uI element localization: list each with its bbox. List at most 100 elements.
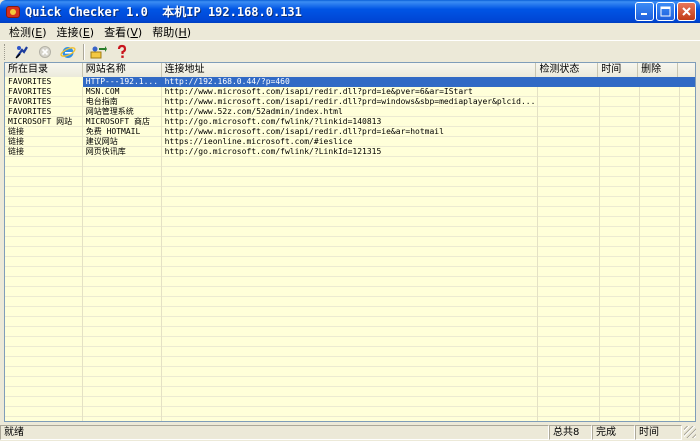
cell-directory: FAVORITES bbox=[8, 107, 52, 116]
menu-detect[interactable]: 检测(E) bbox=[4, 24, 52, 40]
column-header-delete[interactable]: 删除 bbox=[638, 63, 679, 77]
menu-bar: 检测(E) 连接(E) 查看(V) 帮助(H) bbox=[0, 23, 700, 40]
menu-detect-label: 检测 bbox=[9, 25, 31, 39]
cell-time bbox=[598, 77, 639, 87]
close-icon bbox=[682, 7, 691, 16]
ie-browser-button[interactable] bbox=[57, 42, 79, 62]
column-header-site-name[interactable]: 网站名称 bbox=[82, 63, 162, 77]
help-button[interactable] bbox=[111, 42, 133, 62]
cell-directory: FAVORITES bbox=[8, 87, 52, 96]
menu-help[interactable]: 帮助(H) bbox=[147, 24, 196, 40]
table-row[interactable]: FAVORITES 电台指南 http://www.microsoft.com/is… bbox=[5, 97, 695, 107]
close-button[interactable] bbox=[677, 2, 696, 21]
cell-time bbox=[598, 147, 638, 157]
cell-status bbox=[536, 147, 598, 157]
table-row[interactable]: 链接 免费 HOTMAIL http://www.microsoft.com/isa… bbox=[5, 127, 695, 137]
menu-connect-key: E bbox=[82, 25, 90, 39]
cell-filler bbox=[678, 147, 695, 157]
menu-connect[interactable]: 连接(E) bbox=[52, 24, 100, 40]
cell-status bbox=[536, 87, 598, 97]
app-icon bbox=[6, 5, 20, 18]
cell-delete bbox=[638, 77, 679, 87]
menu-help-key: H bbox=[178, 25, 187, 39]
menu-help-label: 帮助 bbox=[152, 25, 175, 39]
cell-status bbox=[536, 127, 598, 137]
cell-site-name: 建议网站 bbox=[85, 137, 118, 146]
run-check-button[interactable] bbox=[11, 42, 33, 62]
connect-button[interactable] bbox=[88, 42, 110, 62]
cell-site-name: HTTP---192.1... bbox=[82, 77, 162, 87]
menu-view-label: 查看 bbox=[104, 25, 127, 39]
menu-detect-key: E bbox=[35, 25, 43, 39]
site-list[interactable]: 所在目录 网站名称 连接地址 检测状态 时间 删除 FAVORITES HTTP-… bbox=[4, 62, 696, 422]
stop-button[interactable] bbox=[34, 42, 56, 62]
minimize-icon bbox=[641, 13, 647, 15]
status-done: 完成 bbox=[592, 424, 635, 440]
cell-status bbox=[536, 77, 599, 87]
cell-directory: 链接 bbox=[8, 137, 24, 146]
cell-delete bbox=[638, 137, 678, 147]
menu-view-key: V bbox=[130, 25, 138, 39]
column-header-filler bbox=[678, 63, 695, 77]
maximize-icon bbox=[660, 6, 671, 17]
cell-status bbox=[536, 137, 598, 147]
table-row[interactable]: MICROSOFT 网站 MICROSOFT 商店 http://go.micros… bbox=[5, 117, 695, 127]
cell-directory: FAVORITES bbox=[8, 97, 52, 106]
table-row[interactable]: 链接 网页快讯库 http://go.microsoft.com/fwlink/?L… bbox=[5, 147, 695, 157]
column-header-status[interactable]: 检测状态 bbox=[536, 63, 599, 77]
table-row[interactable]: 链接 建议网站 https://ieonline.microsoft.com/#ie… bbox=[5, 137, 695, 147]
toolbar-separator bbox=[83, 43, 85, 60]
cell-delete bbox=[638, 147, 678, 157]
cell-status bbox=[536, 117, 598, 127]
cell-time bbox=[598, 137, 638, 147]
menu-view[interactable]: 查看(V) bbox=[99, 24, 147, 40]
cell-url: http://go.microsoft.com/fwlink/?LinkId=1… bbox=[164, 147, 382, 156]
resize-grip[interactable] bbox=[684, 426, 696, 438]
cell-delete bbox=[638, 127, 678, 137]
cell-url: http://www.microsoft.com/isapi/redir.dll… bbox=[164, 87, 473, 96]
cell-time bbox=[598, 87, 638, 97]
column-header-time[interactable]: 时间 bbox=[598, 63, 639, 77]
cell-delete bbox=[638, 117, 678, 127]
cell-directory: 链接 bbox=[8, 127, 24, 136]
window-title: Quick Checker 1.0 本机IP 192.168.0.131 bbox=[25, 5, 302, 19]
cell-site-name: 网站管理系统 bbox=[85, 107, 134, 116]
cell-url: https://ieonline.microsoft.com/#ieslice bbox=[164, 137, 353, 146]
status-time: 时间 bbox=[635, 424, 682, 440]
status-bar: 就绪 总共8 完成 时间 bbox=[0, 423, 700, 441]
cell-status bbox=[536, 107, 598, 117]
cell-filler bbox=[678, 127, 695, 137]
cell-filler bbox=[678, 137, 695, 147]
cell-time bbox=[598, 107, 638, 117]
maximize-button[interactable] bbox=[656, 2, 675, 21]
run-check-icon bbox=[15, 45, 28, 59]
list-header: 所在目录 网站名称 连接地址 检测状态 时间 删除 bbox=[5, 63, 695, 77]
cell-status bbox=[536, 97, 598, 107]
status-total: 总共8 bbox=[549, 424, 592, 440]
cell-time bbox=[598, 127, 638, 137]
column-header-url[interactable]: 连接地址 bbox=[161, 63, 537, 77]
cell-delete bbox=[638, 107, 678, 117]
cell-time bbox=[598, 117, 638, 127]
table-row[interactable]: FAVORITES 网站管理系统 http://www.52z.com/52admi… bbox=[5, 107, 695, 117]
connect-icon bbox=[90, 45, 107, 58]
cell-time bbox=[598, 97, 638, 107]
list-rows: FAVORITES HTTP---192.1... http://192.168.0… bbox=[5, 77, 695, 157]
status-ready: 就绪 bbox=[0, 424, 549, 440]
toolbar-grip[interactable] bbox=[4, 43, 7, 60]
cell-url: http://go.microsoft.com/fwlink/?linkid=1… bbox=[164, 117, 382, 126]
cell-url: http://www.microsoft.com/isapi/redir.dll… bbox=[164, 97, 536, 106]
cell-site-name: 电台指南 bbox=[85, 97, 118, 106]
column-header-directory[interactable]: 所在目录 bbox=[5, 63, 83, 77]
title-bar[interactable]: Quick Checker 1.0 本机IP 192.168.0.131 bbox=[0, 0, 700, 23]
cell-url: http://192.168.0.44/?p=460 bbox=[161, 77, 537, 87]
cell-delete bbox=[638, 87, 678, 97]
cell-directory: MICROSOFT 网站 bbox=[8, 117, 73, 126]
cell-url: http://www.52z.com/52admin/index.html bbox=[164, 107, 343, 116]
minimize-button[interactable] bbox=[635, 2, 654, 21]
table-row[interactable]: FAVORITES HTTP---192.1... http://192.168.0… bbox=[5, 77, 695, 87]
cell-directory: 链接 bbox=[8, 147, 24, 156]
table-row[interactable]: FAVORITES MSN.COM http://www.microsoft.com… bbox=[5, 87, 695, 97]
cell-site-name: 免费 HOTMAIL bbox=[85, 127, 141, 136]
stop-icon bbox=[39, 45, 51, 58]
